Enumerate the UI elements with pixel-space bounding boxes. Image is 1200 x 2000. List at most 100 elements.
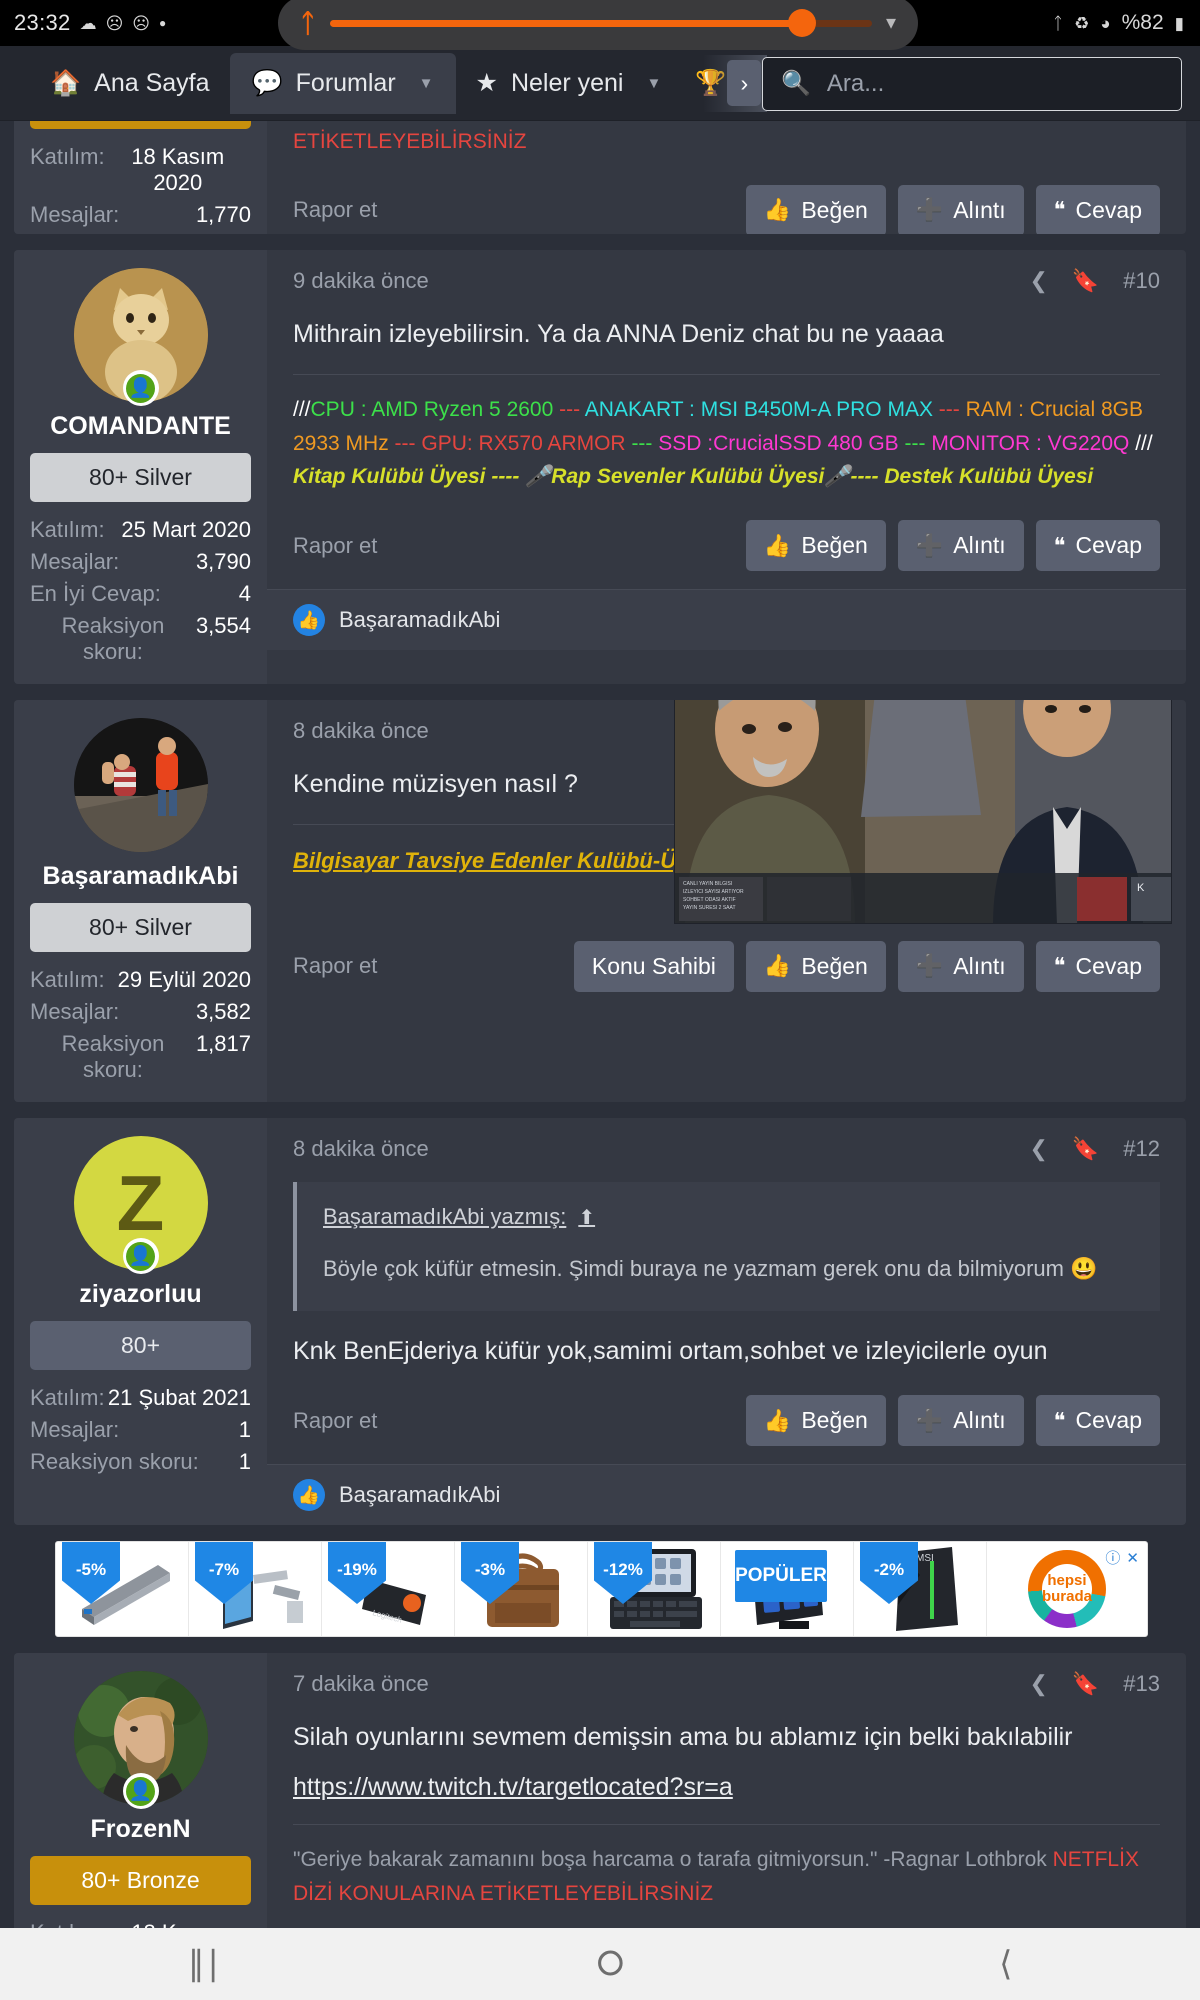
ad-content[interactable]: -5% -7% -19% Logitech -3% -12% POPÜLER -… xyxy=(55,1541,1148,1638)
thread-posts-list: Katılım: 18 Kasım 2020 Mesajlar: 1,770 R… xyxy=(0,121,1200,1954)
ad-product-cell[interactable]: -2% MSI xyxy=(854,1542,987,1637)
bookmark-icon[interactable]: 🔖 xyxy=(1072,270,1099,292)
media-seek-knob[interactable] xyxy=(787,9,816,37)
nav-item-whats-new[interactable]: ★ Neler yeni ▼ xyxy=(456,54,682,113)
battery-percent: %82 xyxy=(1121,11,1164,34)
user-icon: 👤 xyxy=(126,1241,155,1271)
avatar-wrapper[interactable]: 👤 xyxy=(73,1671,208,1810)
post-user-sidebar: Z 👤 ziyazorluu 80+ Katılım: 21 Şubat 202… xyxy=(14,1118,267,1526)
avatar[interactable] xyxy=(73,718,208,852)
post-number[interactable]: #13 xyxy=(1123,1671,1160,1697)
quote-button[interactable]: ➕ Alıntı xyxy=(897,1395,1024,1447)
recents-icon[interactable]: ∥∣ xyxy=(188,1947,222,1981)
user-stat-row: Katılım: 21 Şubat 2021 xyxy=(30,1382,251,1414)
bookmark-icon[interactable]: 🔖 xyxy=(1072,1138,1099,1160)
stat-key: Mesajlar: xyxy=(30,202,120,227)
quote-author-row[interactable]: BaşaramadıkAbi yazmış: ⬆ xyxy=(323,1204,1134,1230)
like-button[interactable]: 👍 Beğen xyxy=(745,1395,886,1447)
avatar-wrapper[interactable]: 👤 xyxy=(73,268,208,406)
share-icon[interactable]: ❮ xyxy=(1029,1673,1047,1695)
messaging-icon: ☹ xyxy=(105,13,124,33)
chevron-down-icon[interactable]: ▼ xyxy=(647,75,662,92)
ad-product-cell[interactable]: -5% xyxy=(56,1542,189,1637)
media-seek-slider[interactable] xyxy=(329,9,872,37)
reply-button[interactable]: ❝ Cevap xyxy=(1035,520,1160,572)
post-text: Mithrain izleyebilirsin. Ya da ANNA Deni… xyxy=(293,320,944,348)
reply-button[interactable]: ❝ Cevap xyxy=(1035,184,1160,234)
post-link[interactable]: https://www.twitch.tv/targetlocated?sr=a xyxy=(293,1773,733,1802)
signature-club-link[interactable]: Bilgisayar Tavsiye Edenler Kulübü-Üye xyxy=(293,848,701,873)
info-icon[interactable]: ⓘ xyxy=(1105,1547,1120,1568)
svg-text:CANLI YAYIN BILGISI: CANLI YAYIN BILGISI xyxy=(683,881,732,887)
bookmark-icon[interactable]: 🔖 xyxy=(1072,1673,1099,1695)
reaction-username[interactable]: BaşaramadıkAbi xyxy=(339,607,500,633)
android-navigation-bar: ∥∣ ⭘ ⟨ xyxy=(0,1928,1200,2000)
post-number[interactable]: #12 xyxy=(1123,1136,1160,1162)
search-box[interactable]: 🔍 Ara... xyxy=(762,57,1182,111)
jump-up-icon[interactable]: ⬆ xyxy=(578,1205,595,1230)
svg-text:IZLEYICI SAYISI ARTIYOR: IZLEYICI SAYISI ARTIYOR xyxy=(683,889,744,895)
ad-product-cell[interactable]: POPÜLER xyxy=(721,1542,854,1637)
reply-button[interactable]: ❝ Cevap xyxy=(1035,1395,1160,1447)
advertisement-banner[interactable]: -5% -7% -19% Logitech -3% -12% POPÜLER -… xyxy=(14,1541,1186,1638)
nav-item-forums[interactable]: 💬 Forumlar ▼ xyxy=(229,52,456,114)
chevron-down-icon[interactable]: ▼ xyxy=(419,75,434,92)
user-stat-row: Reaksiyon skoru: 1,817 xyxy=(30,1028,251,1086)
username[interactable]: COMANDANTE xyxy=(30,412,251,441)
status-left-cluster: 23:32 ☁ ☹ ☹ ● xyxy=(14,10,166,36)
dot-icon: ● xyxy=(159,16,167,30)
like-button[interactable]: 👍 Beğen xyxy=(745,520,886,572)
quote-icon: ❝ xyxy=(1053,197,1066,223)
nav-next-arrow-button[interactable]: › xyxy=(727,60,762,106)
thumbs-up-icon: 👍 xyxy=(763,197,792,223)
quote-button[interactable]: ➕ Alıntı xyxy=(897,184,1024,234)
chevron-down-icon[interactable]: ▾ xyxy=(886,13,896,33)
svg-text:YAYIN SURESI 2 SAAT: YAYIN SURESI 2 SAAT xyxy=(683,905,736,911)
reaction-username[interactable]: BaşaramadıkAbi xyxy=(339,1482,500,1508)
like-button[interactable]: 👍 Beğen xyxy=(745,940,886,992)
quote-button[interactable]: ➕ Alıntı xyxy=(897,520,1024,572)
username[interactable]: FrozenN xyxy=(30,1815,251,1844)
signature-part: --- xyxy=(388,431,422,455)
reply-button-label: Cevap xyxy=(1075,532,1142,559)
report-link[interactable]: Rapor et xyxy=(293,1408,377,1434)
report-link[interactable]: Rapor et xyxy=(293,197,377,223)
post-12: Z 👤 ziyazorluu 80+ Katılım: 21 Şubat 202… xyxy=(14,1118,1186,1526)
ad-product-cell[interactable]: -19% Logitech xyxy=(322,1542,455,1637)
username[interactable]: BaşaramadıkAbi xyxy=(30,862,251,891)
ad-controls[interactable]: ⓘ ✕ xyxy=(1105,1547,1139,1568)
reply-button[interactable]: ❝ Cevap xyxy=(1035,940,1160,992)
thread-owner-button[interactable]: Konu Sahibi xyxy=(573,940,734,992)
video-preview-embed[interactable]: CANLI YAYIN BILGISI IZLEYICI SAYISI ARTI… xyxy=(674,700,1172,924)
phone-screen: 23:32 ☁ ☹ ☹ ● ᛏ ▾ ᛏ ♻ ◕ %82 ▮ 🏠 Ana Sayf… xyxy=(0,0,1200,2000)
post-10: 👤 COMANDANTE 80+ Silver Katılım: 25 Mart… xyxy=(14,250,1186,684)
post-number[interactable]: #10 xyxy=(1123,268,1160,294)
share-icon[interactable]: ❮ xyxy=(1029,1138,1047,1160)
signature-red-text: ETİKETLEYEBİLİRSİNİZ xyxy=(293,130,527,153)
like-button[interactable]: 👍 Beğen xyxy=(745,184,886,234)
report-link[interactable]: Rapor et xyxy=(293,533,377,559)
post-user-sidebar: Katılım: 18 Kasım 2020 Mesajlar: 1,770 R… xyxy=(14,121,267,234)
share-icon[interactable]: ❮ xyxy=(1029,270,1047,292)
home-circle-icon[interactable]: ⭘ xyxy=(597,1947,624,1981)
ad-product-cell[interactable]: -3% xyxy=(455,1542,588,1637)
username[interactable]: ziyazorluu xyxy=(30,1280,251,1309)
ad-product-cell[interactable]: -7% xyxy=(189,1542,322,1637)
back-chevron-icon[interactable]: ⟨ xyxy=(999,1947,1012,1981)
quote-button[interactable]: ➕ Alıntı xyxy=(897,940,1024,992)
post-user-sidebar: 👤 COMANDANTE 80+ Silver Katılım: 25 Mart… xyxy=(14,250,267,684)
close-icon[interactable]: ✕ xyxy=(1126,1549,1139,1567)
stat-value: 18 Kasım 2020 xyxy=(131,144,225,195)
search-input[interactable]: Ara... xyxy=(827,70,884,98)
stat-value: 1 xyxy=(238,1449,251,1474)
report-link[interactable]: Rapor et xyxy=(293,953,377,979)
avatar-wrapper[interactable] xyxy=(73,718,208,852)
media-control-pill[interactable]: ᛏ ▾ xyxy=(278,0,918,50)
quote-text: Böyle çok küfür etmesin. Şimdi buraya ne… xyxy=(323,1256,1098,1281)
nav-item-home[interactable]: 🏠 Ana Sayfa xyxy=(30,54,230,113)
avatar-wrapper[interactable]: Z 👤 xyxy=(73,1136,208,1274)
stat-key: Reaksiyon skoru: xyxy=(61,1031,165,1082)
nav-item-more[interactable]: 🏆 M › xyxy=(681,54,768,112)
ad-product-cell[interactable]: -12% xyxy=(588,1542,721,1637)
quote-author[interactable]: BaşaramadıkAbi yazmış: xyxy=(323,1204,566,1230)
